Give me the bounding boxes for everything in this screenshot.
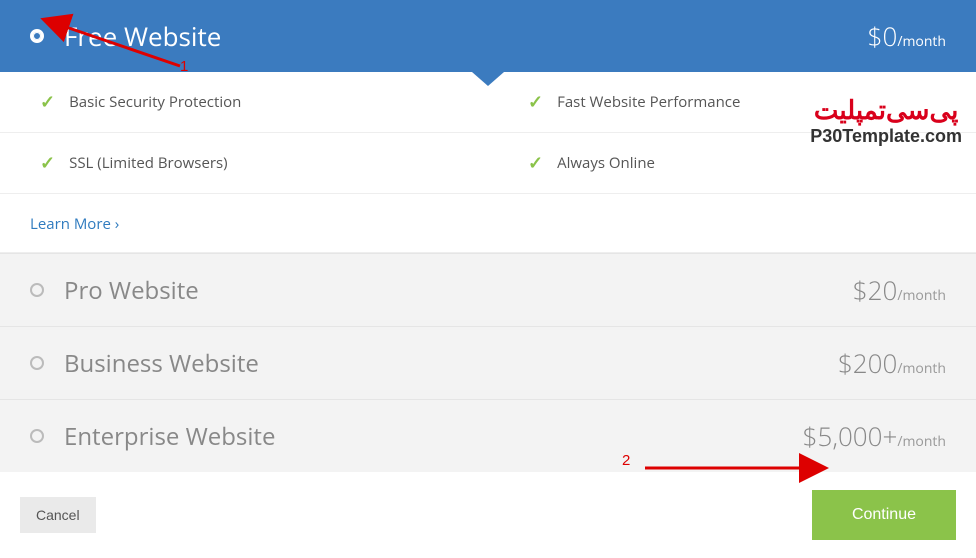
feature-label: SSL (Limited Browsers) bbox=[69, 153, 227, 173]
price-per: /month bbox=[897, 286, 946, 305]
cancel-button[interactable]: Cancel bbox=[20, 497, 96, 533]
feature-label: Basic Security Protection bbox=[69, 92, 241, 112]
plan-option-free[interactable]: Free Website $0/month bbox=[0, 0, 976, 72]
plan-price: $5,000+/month bbox=[803, 418, 946, 454]
radio-unselected-icon bbox=[30, 356, 44, 370]
price-amount: $0 bbox=[868, 18, 898, 54]
plan-option-enterprise[interactable]: Enterprise Website $5,000+/month bbox=[0, 399, 976, 472]
plan-name: Business Website bbox=[64, 347, 838, 380]
check-icon: ✓ bbox=[40, 151, 55, 175]
price-amount: $200 bbox=[838, 345, 897, 381]
feature-item: ✓ SSL (Limited Browsers) bbox=[0, 133, 488, 194]
radio-unselected-icon bbox=[30, 429, 44, 443]
plan-price: $20/month bbox=[853, 272, 946, 308]
price-amount: $5,000+ bbox=[803, 418, 898, 454]
plan-option-business[interactable]: Business Website $200/month bbox=[0, 326, 976, 399]
check-icon: ✓ bbox=[528, 90, 543, 114]
plan-option-pro[interactable]: Pro Website $20/month bbox=[0, 253, 976, 326]
feature-item: ✓ Basic Security Protection bbox=[0, 72, 488, 133]
price-amount: $20 bbox=[853, 272, 898, 308]
feature-label: Always Online bbox=[557, 153, 655, 173]
radio-selected-icon bbox=[30, 29, 44, 43]
plan-name: Free Website bbox=[64, 18, 868, 54]
check-icon: ✓ bbox=[528, 151, 543, 175]
learn-more-row: Learn More › bbox=[0, 194, 976, 253]
check-icon: ✓ bbox=[40, 90, 55, 114]
price-per: /month bbox=[897, 359, 946, 378]
selected-indicator-icon bbox=[472, 72, 504, 86]
plan-name: Pro Website bbox=[64, 274, 853, 307]
plan-name: Enterprise Website bbox=[64, 420, 803, 453]
feature-label: Fast Website Performance bbox=[557, 92, 740, 112]
continue-button[interactable]: Continue bbox=[812, 490, 956, 540]
radio-unselected-icon bbox=[30, 283, 44, 297]
feature-list: ✓ Basic Security Protection ✓ Fast Websi… bbox=[0, 72, 976, 194]
plan-selection: Free Website $0/month ✓ Basic Security P… bbox=[0, 0, 976, 558]
feature-item: ✓ Always Online bbox=[488, 133, 976, 194]
feature-item: ✓ Fast Website Performance bbox=[488, 72, 976, 133]
price-per: /month bbox=[897, 32, 946, 51]
plan-price: $0/month bbox=[868, 18, 946, 54]
learn-more-link[interactable]: Learn More › bbox=[30, 214, 119, 234]
price-per: /month bbox=[897, 432, 946, 451]
plan-price: $200/month bbox=[838, 345, 946, 381]
action-bar: Cancel Continue bbox=[0, 472, 976, 558]
